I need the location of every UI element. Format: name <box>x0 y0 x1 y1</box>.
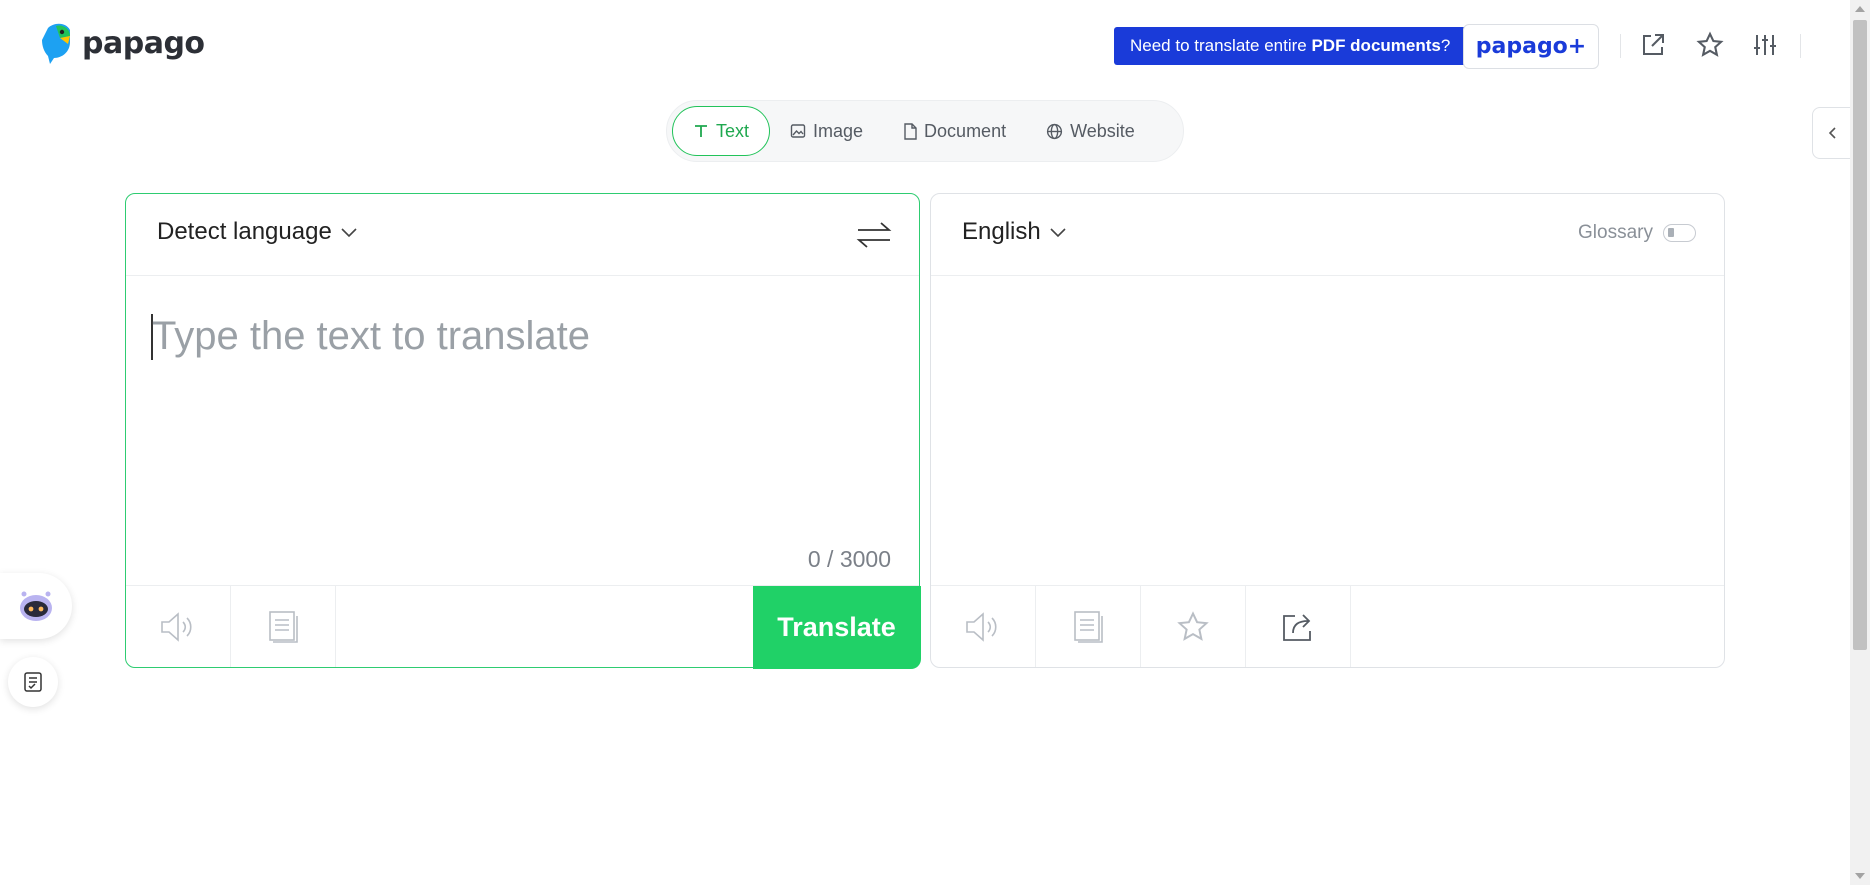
swap-icon <box>856 222 892 248</box>
chevron-down-icon <box>1050 228 1066 238</box>
translate-button[interactable]: Translate <box>752 585 921 669</box>
target-copy-button[interactable] <box>1036 586 1141 667</box>
source-listen-button[interactable] <box>126 586 231 667</box>
papago-plus-button[interactable]: papago+ <box>1463 24 1599 69</box>
character-counter: 0 / 3000 <box>807 546 891 572</box>
glossary-toggle[interactable] <box>1663 224 1696 242</box>
target-text-area <box>931 276 1724 506</box>
tab-image[interactable]: Image <box>770 106 883 156</box>
source-text-area[interactable]: 0 / 3000 <box>126 276 919 572</box>
tab-text[interactable]: Text <box>672 106 771 156</box>
checklist-note-icon <box>24 672 42 692</box>
ai-assistant-button[interactable] <box>0 573 72 639</box>
target-listen-button[interactable] <box>931 586 1036 667</box>
pdf-promo-banner[interactable]: Need to translate entire PDF documents? <box>1114 27 1475 65</box>
share-icon <box>1283 613 1311 641</box>
swap-languages-button[interactable] <box>855 216 893 254</box>
copy-icon <box>1074 610 1103 643</box>
robot-icon <box>20 591 52 621</box>
open-new-window-icon[interactable] <box>1636 28 1670 62</box>
promo-question: ? <box>1440 36 1451 55</box>
source-language-select[interactable]: Detect language <box>157 218 358 246</box>
source-panel-header: Detect language <box>126 194 919 276</box>
collapse-side-panel-button[interactable] <box>1812 107 1852 159</box>
papago-logo[interactable]: papago <box>40 22 205 64</box>
scroll-up-arrow[interactable] <box>1855 6 1865 12</box>
notes-button[interactable] <box>8 657 58 707</box>
tab-website-label: Website <box>1070 120 1135 141</box>
scroll-down-arrow[interactable] <box>1855 873 1865 879</box>
target-language-select[interactable]: English <box>962 218 1067 246</box>
source-panel-footer: Translate <box>126 585 921 669</box>
target-panel-header: English Glossary <box>931 194 1724 276</box>
star-icon[interactable] <box>1693 28 1727 62</box>
target-favorite-button[interactable] <box>1141 586 1246 667</box>
target-panel-footer <box>931 585 1724 667</box>
image-icon <box>790 124 806 138</box>
header: papago Need to translate entire PDF docu… <box>0 0 1848 90</box>
glossary-label: Glossary <box>1578 222 1653 243</box>
scroll-thumb[interactable] <box>1853 20 1867 650</box>
header-divider-right <box>1800 34 1801 58</box>
copy-icon <box>269 610 298 643</box>
source-copy-button[interactable] <box>231 586 336 667</box>
target-share-button[interactable] <box>1246 586 1351 667</box>
globe-icon <box>1046 123 1063 139</box>
source-text-input[interactable] <box>152 306 892 366</box>
settings-sliders-icon[interactable] <box>1748 28 1782 62</box>
tab-image-label: Image <box>813 120 864 141</box>
logo-wordmark: papago <box>82 25 205 61</box>
promo-text: Need to translate entire <box>1130 36 1312 55</box>
chevron-down-icon <box>341 228 357 238</box>
source-panel: Detect language 0 / 3000 Translate <box>125 193 921 669</box>
tab-text-label: Text <box>716 120 750 141</box>
tab-website[interactable]: Website <box>1026 106 1155 156</box>
target-language-label: English <box>962 218 1041 245</box>
target-panel: English Glossary <box>930 193 1725 668</box>
glossary-control: Glossary <box>1578 222 1696 244</box>
chevron-left-icon <box>1828 127 1836 139</box>
speaker-icon <box>966 611 997 642</box>
header-divider <box>1620 34 1621 58</box>
tab-document-label: Document <box>924 120 1007 141</box>
star-icon <box>1177 610 1209 641</box>
promo-bold-text: PDF documents <box>1311 36 1441 55</box>
source-language-label: Detect language <box>157 218 332 245</box>
tab-document[interactable]: Document <box>883 106 1026 156</box>
speaker-icon <box>161 611 192 642</box>
mode-tabs: Text Image Document Website <box>666 100 1184 162</box>
text-icon <box>695 125 707 137</box>
page-scrollbar[interactable] <box>1850 0 1870 885</box>
document-icon <box>904 122 917 140</box>
parrot-logo-icon <box>42 23 70 64</box>
